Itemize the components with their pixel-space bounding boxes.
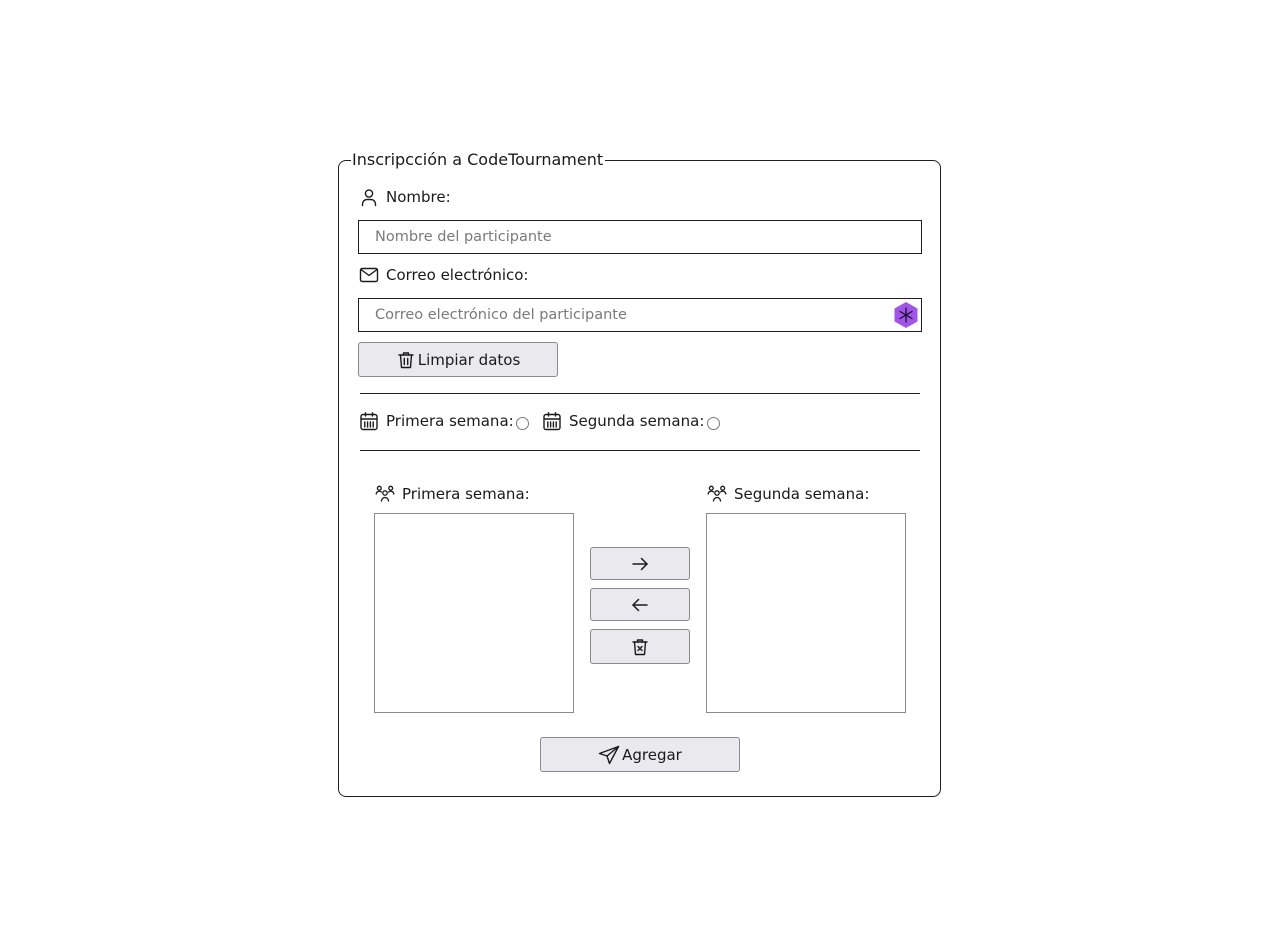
email-input[interactable] (358, 298, 922, 332)
first-week-list-label: Primera semana: (402, 485, 530, 503)
first-week-list-label-row: Primera semana: (375, 484, 530, 504)
first-week-radio-label: Primera semana: (386, 412, 514, 430)
mail-icon (359, 265, 379, 285)
name-label-row: Nombre: (359, 187, 451, 207)
first-week-radio-row: Primera semana: (359, 411, 514, 431)
remove-button[interactable] (590, 629, 690, 664)
name-input[interactable] (358, 220, 922, 254)
trash-icon (396, 350, 416, 370)
name-label: Nombre: (386, 188, 451, 206)
second-week-list-label-row: Segunda semana: (707, 484, 869, 504)
submit-button-label: Agregar (622, 745, 682, 764)
second-week-list-label: Segunda semana: (734, 485, 870, 503)
clear-button[interactable]: Limpiar datos (358, 342, 558, 377)
send-icon (598, 745, 620, 765)
arrow-left-icon (631, 596, 649, 614)
second-week-radio-label: Segunda semana: (569, 412, 705, 430)
second-week-listbox[interactable] (706, 513, 906, 713)
email-label-row: Correo electrónico: (359, 265, 529, 285)
calendar-icon (359, 411, 379, 431)
second-week-radio-row: Segunda semana: (542, 411, 704, 431)
move-left-button[interactable] (590, 588, 690, 621)
trash-x-icon (630, 637, 650, 657)
arrow-right-icon (631, 555, 649, 573)
users-icon (707, 484, 727, 504)
email-label: Correo electrónico: (386, 266, 529, 284)
users-icon (375, 484, 395, 504)
extension-badge-icon[interactable] (893, 301, 919, 329)
form-legend: Inscripcción a CodeTournament (351, 150, 606, 170)
calendar-icon (542, 411, 562, 431)
divider-top (360, 393, 920, 394)
user-icon (359, 187, 379, 207)
first-week-radio[interactable] (516, 417, 529, 430)
divider-bottom (360, 450, 920, 451)
submit-button[interactable]: Agregar (540, 737, 740, 772)
move-right-button[interactable] (590, 547, 690, 580)
first-week-listbox[interactable] (374, 513, 574, 713)
clear-button-label: Limpiar datos (417, 350, 521, 369)
second-week-radio[interactable] (707, 417, 720, 430)
